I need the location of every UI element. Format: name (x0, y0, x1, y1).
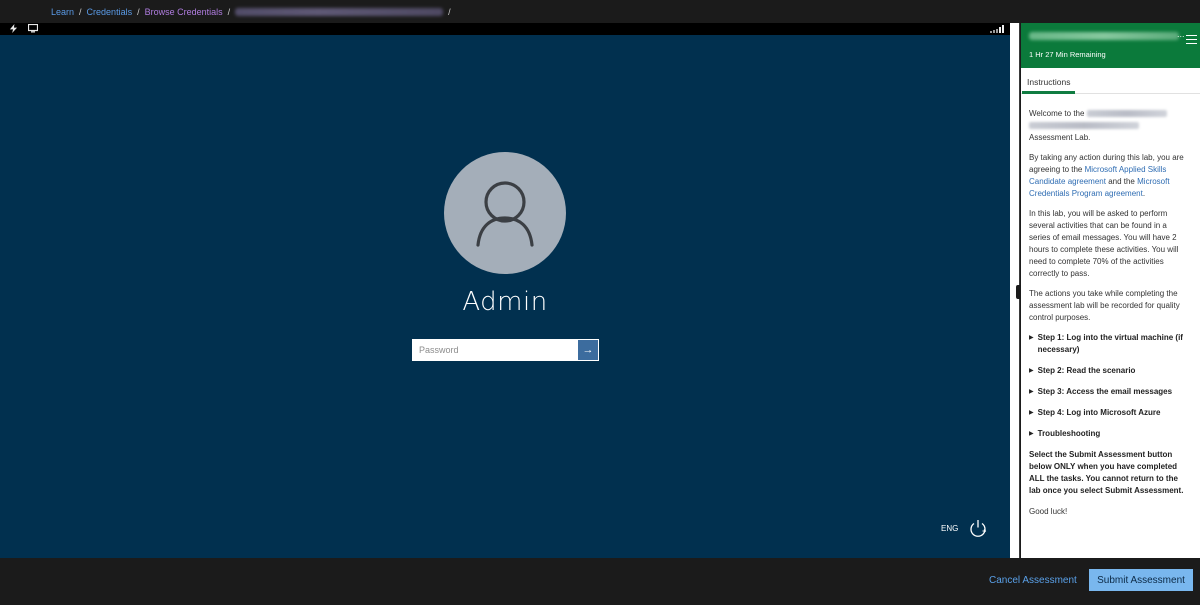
triangle-right-icon: ▶ (1029, 368, 1034, 374)
time-remaining: 1 Hr 27 Min Remaining (1029, 50, 1106, 59)
welcome-prefix: Welcome to the (1029, 109, 1085, 118)
password-field-group: → (412, 339, 599, 361)
panel-title-ellipsis: ... (1177, 29, 1185, 39)
breadcrumb-separator: / (227, 6, 231, 17)
vm-lock-screen[interactable]: Admin → ENG (0, 35, 1010, 558)
vm-toolbar (0, 23, 1010, 35)
breadcrumb-separator: / (79, 6, 82, 17)
signal-strength-icon (990, 25, 1004, 33)
arrow-right-icon: → (582, 344, 594, 356)
instructions-panel: ... 1 Hr 27 Min Remaining Instructions W… (1021, 23, 1200, 558)
action-bar: Cancel Assessment Submit Assessment (0, 558, 1200, 605)
step-1-expander[interactable]: ▶ Step 1: Log into the virtual machine (i… (1029, 332, 1190, 356)
agreement-text-3: . (1142, 189, 1146, 198)
triangle-right-icon: ▶ (1029, 389, 1034, 395)
user-icon (476, 181, 534, 247)
panel-tabs: Instructions (1021, 68, 1200, 94)
step-2-expander[interactable]: ▶ Step 2: Read the scenario (1029, 365, 1190, 377)
triangle-right-icon: ▶ (1029, 431, 1034, 437)
welcome-suffix: Assessment Lab. (1029, 133, 1091, 142)
submit-assessment-button[interactable]: Submit Assessment (1089, 569, 1193, 591)
breadcrumb-credentials[interactable]: Credentials (87, 7, 133, 17)
step-label: Step 2: Read the scenario (1037, 366, 1136, 375)
step-label: Step 4: Log into Microsoft Azure (1037, 408, 1161, 417)
troubleshooting-expander[interactable]: ▶ Troubleshooting (1029, 428, 1190, 440)
step-label: Step 3: Access the email messages (1037, 387, 1173, 396)
submit-note: Select the Submit Assessment button belo… (1029, 450, 1184, 495)
panel-title-redacted (1029, 32, 1179, 40)
language-indicator[interactable]: ENG (941, 524, 958, 533)
agreement-text-2: and the (1108, 177, 1135, 186)
password-submit-button[interactable]: → (578, 339, 599, 361)
password-input[interactable] (412, 339, 578, 361)
lab-name-redacted (1029, 122, 1139, 130)
welcome-text: Welcome to the Assessment Lab. (1029, 108, 1190, 144)
panel-header: ... 1 Hr 27 Min Remaining (1021, 23, 1200, 68)
step-3-expander[interactable]: ▶ Step 3: Access the email messages (1029, 386, 1190, 398)
breadcrumb-browse-credentials[interactable]: Browse Credentials (145, 7, 223, 17)
menu-icon[interactable] (1186, 35, 1197, 45)
step-label: Step 1: Log into the virtual machine (if… (1037, 333, 1183, 354)
step-4-expander[interactable]: ▶ Step 4: Log into Microsoft Azure (1029, 407, 1190, 419)
triangle-right-icon: ▶ (1029, 410, 1034, 416)
lab-name-redacted (1086, 110, 1167, 118)
tab-instructions[interactable]: Instructions (1022, 68, 1076, 94)
power-icon[interactable] (968, 518, 988, 538)
breadcrumb-separator: / (448, 6, 451, 17)
user-avatar (444, 152, 566, 274)
activities-text: In this lab, you will be asked to perfor… (1029, 209, 1179, 278)
step-label: Troubleshooting (1037, 429, 1101, 438)
recorded-text: The actions you take while completing th… (1029, 289, 1180, 322)
agreement-text: By taking any action during this lab, yo… (1029, 152, 1190, 200)
breadcrumb-current-redacted (235, 7, 444, 16)
breadcrumb-learn[interactable]: Learn (51, 7, 74, 17)
breadcrumb-separator: / (137, 6, 140, 17)
breadcrumb: Learn / Credentials / Browse Credentials… (0, 0, 1200, 23)
instructions-content: Welcome to the Assessment Lab. By taking… (1021, 94, 1200, 518)
good-luck-text: Good luck! (1029, 507, 1068, 516)
lock-screen-username: Admin (462, 287, 548, 317)
triangle-right-icon: ▶ (1029, 335, 1034, 341)
cancel-assessment-button[interactable]: Cancel Assessment (983, 570, 1083, 592)
